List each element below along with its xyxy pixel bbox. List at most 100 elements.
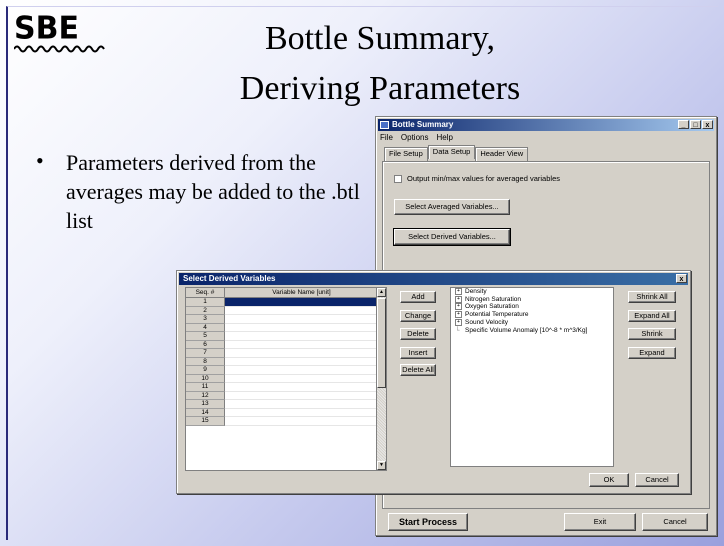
tab-file-setup[interactable]: File Setup [384, 147, 428, 161]
delete-button[interactable]: Delete [400, 328, 436, 340]
select-derived-button[interactable]: Select Derived Variables... [393, 228, 511, 246]
variable-name-cell[interactable] [225, 409, 378, 417]
variable-name-cell[interactable] [225, 298, 378, 307]
table-scrollbar[interactable]: ▲ ▼ [376, 288, 386, 470]
tree-item[interactable]: + Sound Velocity [451, 318, 613, 327]
slide-background: SBE Bottle Summary, Deriving Parameters … [0, 0, 724, 546]
page-title-line2: Deriving Parameters [239, 70, 521, 107]
tree-item-label: Sound Velocity [465, 319, 509, 327]
scroll-up-icon[interactable]: ▲ [377, 288, 386, 297]
minmax-checkbox[interactable] [394, 175, 402, 183]
table-row[interactable]: 6 [186, 340, 386, 349]
variable-name-cell[interactable] [225, 358, 378, 366]
table-row[interactable]: 5 [186, 332, 386, 341]
insert-button[interactable]: Insert [400, 347, 436, 359]
dialog-close-button[interactable]: x [676, 274, 687, 283]
seq-cell: 13 [186, 400, 225, 409]
table-row[interactable]: 2 [186, 306, 386, 315]
scroll-down-icon[interactable]: ▼ [377, 461, 386, 470]
expand-icon[interactable]: + [455, 303, 462, 311]
variable-name-cell[interactable] [225, 392, 378, 400]
select-averaged-button[interactable]: Select Averaged Variables... [394, 199, 510, 215]
dialog-titlebar[interactable]: Select Derived Variables x [179, 273, 688, 285]
delete-all-button[interactable]: Delete All [400, 364, 436, 376]
table-row[interactable]: 3 [186, 315, 386, 324]
seq-cell: 8 [186, 357, 225, 366]
table-row[interactable]: 8 [186, 357, 386, 366]
table-row[interactable]: 1 [186, 298, 386, 307]
seq-cell: 9 [186, 366, 225, 375]
variable-name-cell[interactable] [225, 332, 378, 341]
variable-name-cell[interactable] [225, 307, 378, 315]
dialog-cancel-button[interactable]: Cancel [635, 473, 679, 487]
table-row[interactable]: 7 [186, 349, 386, 358]
ok-button[interactable]: OK [589, 473, 629, 487]
app-icon [380, 121, 389, 129]
cancel-button[interactable]: Cancel [642, 513, 708, 531]
seq-cell: 6 [186, 340, 225, 349]
add-button[interactable]: Add [400, 291, 436, 303]
tree-item[interactable]: + Oxygen Saturation [451, 303, 613, 311]
exit-button[interactable]: Exit [564, 513, 636, 531]
seq-cell: 2 [186, 306, 225, 315]
bullet-dot: • [36, 148, 44, 173]
tab-bar: File Setup Data Setup Header View [384, 145, 529, 161]
tree-item-label: Density [465, 288, 487, 296]
variable-name-cell[interactable] [225, 324, 378, 332]
variable-table: Seq. # Variable Name [unit] 1 2 3 4 5 6 7 8 9 10 1… [185, 287, 387, 471]
tree-item[interactable]: + Potential Temperature [451, 311, 613, 319]
seq-cell: 5 [186, 332, 225, 341]
variable-name-cell[interactable] [225, 375, 378, 383]
variable-name-cell[interactable] [225, 349, 378, 358]
menu-help[interactable]: Help [436, 133, 452, 142]
table-row[interactable]: 12 [186, 391, 386, 400]
start-process-button[interactable]: Start Process [388, 513, 468, 531]
table-row[interactable]: 14 [186, 408, 386, 417]
change-button[interactable]: Change [400, 310, 436, 322]
tab-header-view[interactable]: Header View [475, 147, 529, 161]
expand-icon[interactable]: + [455, 288, 462, 295]
table-row[interactable]: 11 [186, 383, 386, 392]
tree-branch-icon: └ [455, 326, 460, 334]
tree-item-label: Nitrogen Saturation [465, 295, 522, 303]
tab-data-setup[interactable]: Data Setup [427, 145, 476, 159]
variable-name-cell[interactable] [225, 383, 378, 392]
bottle-summary-titlebar[interactable]: Bottle Summary _ □ x [378, 119, 714, 131]
minmax-checkbox-label: Output min/max values for averaged varia… [407, 174, 560, 183]
menu-options[interactable]: Options [401, 133, 429, 142]
table-body: 1 2 3 4 5 6 7 8 9 10 11 12 13 14 15 [186, 298, 386, 426]
table-row[interactable]: 9 [186, 366, 386, 375]
expand-icon[interactable]: + [455, 311, 462, 319]
expand-icon[interactable]: + [455, 295, 462, 303]
scroll-thumb[interactable] [377, 298, 386, 388]
shrink-all-button[interactable]: Shrink All [628, 291, 676, 303]
sbe-logo: SBE [14, 13, 112, 60]
variable-name-cell[interactable] [225, 315, 378, 324]
variable-name-cell[interactable] [225, 366, 378, 375]
maximize-button[interactable]: □ [690, 120, 701, 129]
minimize-button[interactable]: _ [678, 120, 689, 129]
tree-item[interactable]: └ Specific Volume Anomaly [10^-8 * m^3/Kg… [451, 327, 613, 335]
table-row[interactable]: 15 [186, 417, 386, 426]
seq-cell: 10 [186, 374, 225, 383]
expand-button[interactable]: Expand [628, 347, 676, 359]
close-button[interactable]: x [702, 120, 713, 129]
expand-icon[interactable]: + [455, 318, 462, 326]
bullet-point: • Parameters derived from the averages m… [36, 148, 376, 235]
menu-bar: File Options Help [380, 133, 453, 142]
seq-cell: 7 [186, 349, 225, 358]
variable-name-cell[interactable] [225, 417, 378, 426]
shrink-button[interactable]: Shrink [628, 328, 676, 340]
tree-item[interactable]: + Density [451, 288, 613, 296]
expand-all-button[interactable]: Expand All [628, 310, 676, 322]
variable-name-cell[interactable] [225, 341, 378, 349]
table-row[interactable]: 4 [186, 323, 386, 332]
menu-file[interactable]: File [380, 133, 393, 142]
seq-cell: 14 [186, 408, 225, 417]
seq-cell: 4 [186, 323, 225, 332]
bullet-text: Parameters derived from the averages may… [66, 150, 360, 233]
table-row[interactable]: 13 [186, 400, 386, 409]
table-row[interactable]: 10 [186, 374, 386, 383]
tree-item[interactable]: + Nitrogen Saturation [451, 295, 613, 304]
variable-name-cell[interactable] [225, 400, 378, 409]
